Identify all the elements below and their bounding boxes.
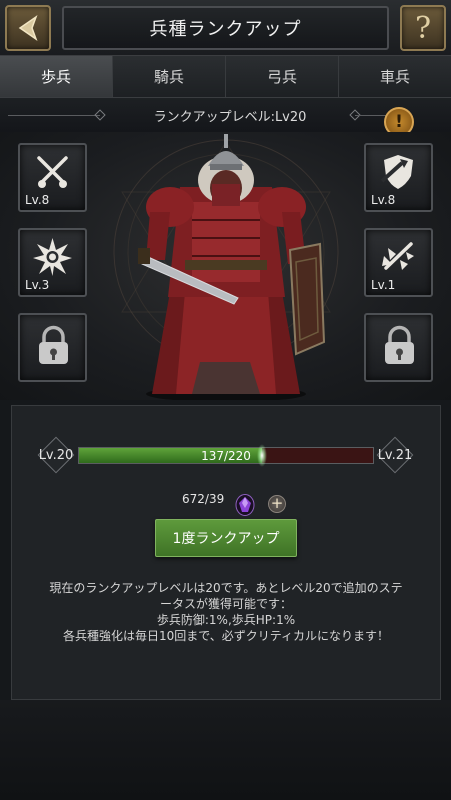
help-icon: ? — [414, 10, 432, 46]
description-line: ータスが獲得可能です： — [159, 597, 292, 611]
skill-slot-3[interactable]: Lv.8 — [364, 143, 433, 212]
shatter-icon — [382, 242, 414, 270]
next-level-label: Lv.21 — [377, 447, 413, 463]
skill-slot-2[interactable]: Lv.3 — [18, 228, 87, 297]
rankup-description: 現在のランクアップレベルは20です。あとレベル20で追加のステ ータスが獲得可能… — [30, 580, 422, 644]
divider-line — [8, 115, 100, 116]
rank-progress-bar: 137/220 — [78, 444, 374, 467]
next-level-badge: Lv.21 — [376, 436, 414, 474]
material-count: 672/39 — [182, 492, 225, 506]
tab-chariot[interactable]: 車兵 — [339, 56, 451, 97]
description-line: 歩兵防御:1%,歩兵HP:1% — [156, 613, 296, 627]
rank-level-label: ランクアップレベル:Lv20 — [153, 109, 307, 125]
description-line: 各兵種強化は毎日10回まで、必ずクリティカルになります！ — [62, 629, 390, 643]
back-button[interactable] — [5, 5, 51, 51]
purple-gem-icon — [235, 494, 255, 516]
skill-slot-locked[interactable] — [18, 313, 87, 382]
lock-icon — [385, 325, 414, 364]
divider-ornament — [94, 109, 106, 121]
tab-infantry[interactable]: 歩兵 — [0, 56, 113, 97]
bottom-area — [0, 700, 451, 800]
tab-cavalry[interactable]: 騎兵 — [113, 56, 226, 97]
skill-level: Lv.8 — [25, 193, 50, 207]
page-title: 兵種ランクアップ — [62, 6, 389, 50]
skill-slot-4[interactable]: Lv.1 — [364, 228, 433, 297]
crossed-swords-icon — [37, 156, 68, 188]
tab-archer[interactable]: 弓兵 — [226, 56, 339, 97]
starburst-icon — [33, 238, 72, 276]
skill-level: Lv.8 — [371, 193, 396, 207]
rank-level-bar: ランクアップレベル:Lv20 — [0, 98, 451, 132]
description-line: 現在のランクアップレベルは20です。あとレベル20で追加のステ — [49, 581, 403, 595]
shield-strike-icon — [380, 155, 413, 189]
back-arrow-icon — [18, 15, 38, 41]
help-button[interactable]: ? — [400, 5, 446, 51]
character-stage: Lv.8 Lv.3 Lv.8 Lv.1 — [0, 132, 451, 400]
header: 兵種ランクアップ ? — [0, 0, 451, 56]
skill-level: Lv.3 — [25, 278, 50, 292]
current-level-label: Lv.20 — [38, 447, 74, 463]
rankup-once-button[interactable]: 1度ランクアップ — [155, 519, 297, 557]
unit-tabs: 歩兵 騎兵 弓兵 車兵 — [0, 56, 451, 98]
skill-level: Lv.1 — [371, 278, 396, 292]
skill-slot-locked[interactable] — [364, 313, 433, 382]
add-material-button[interactable]: + — [268, 495, 286, 513]
plus-icon: + — [270, 494, 284, 512]
skill-slot-1[interactable]: Lv.8 — [18, 143, 87, 212]
progress-text: 137/220 — [201, 448, 251, 463]
exclamation-icon: ! — [395, 112, 403, 132]
current-level-badge: Lv.20 — [37, 436, 75, 474]
lock-icon — [39, 325, 68, 364]
